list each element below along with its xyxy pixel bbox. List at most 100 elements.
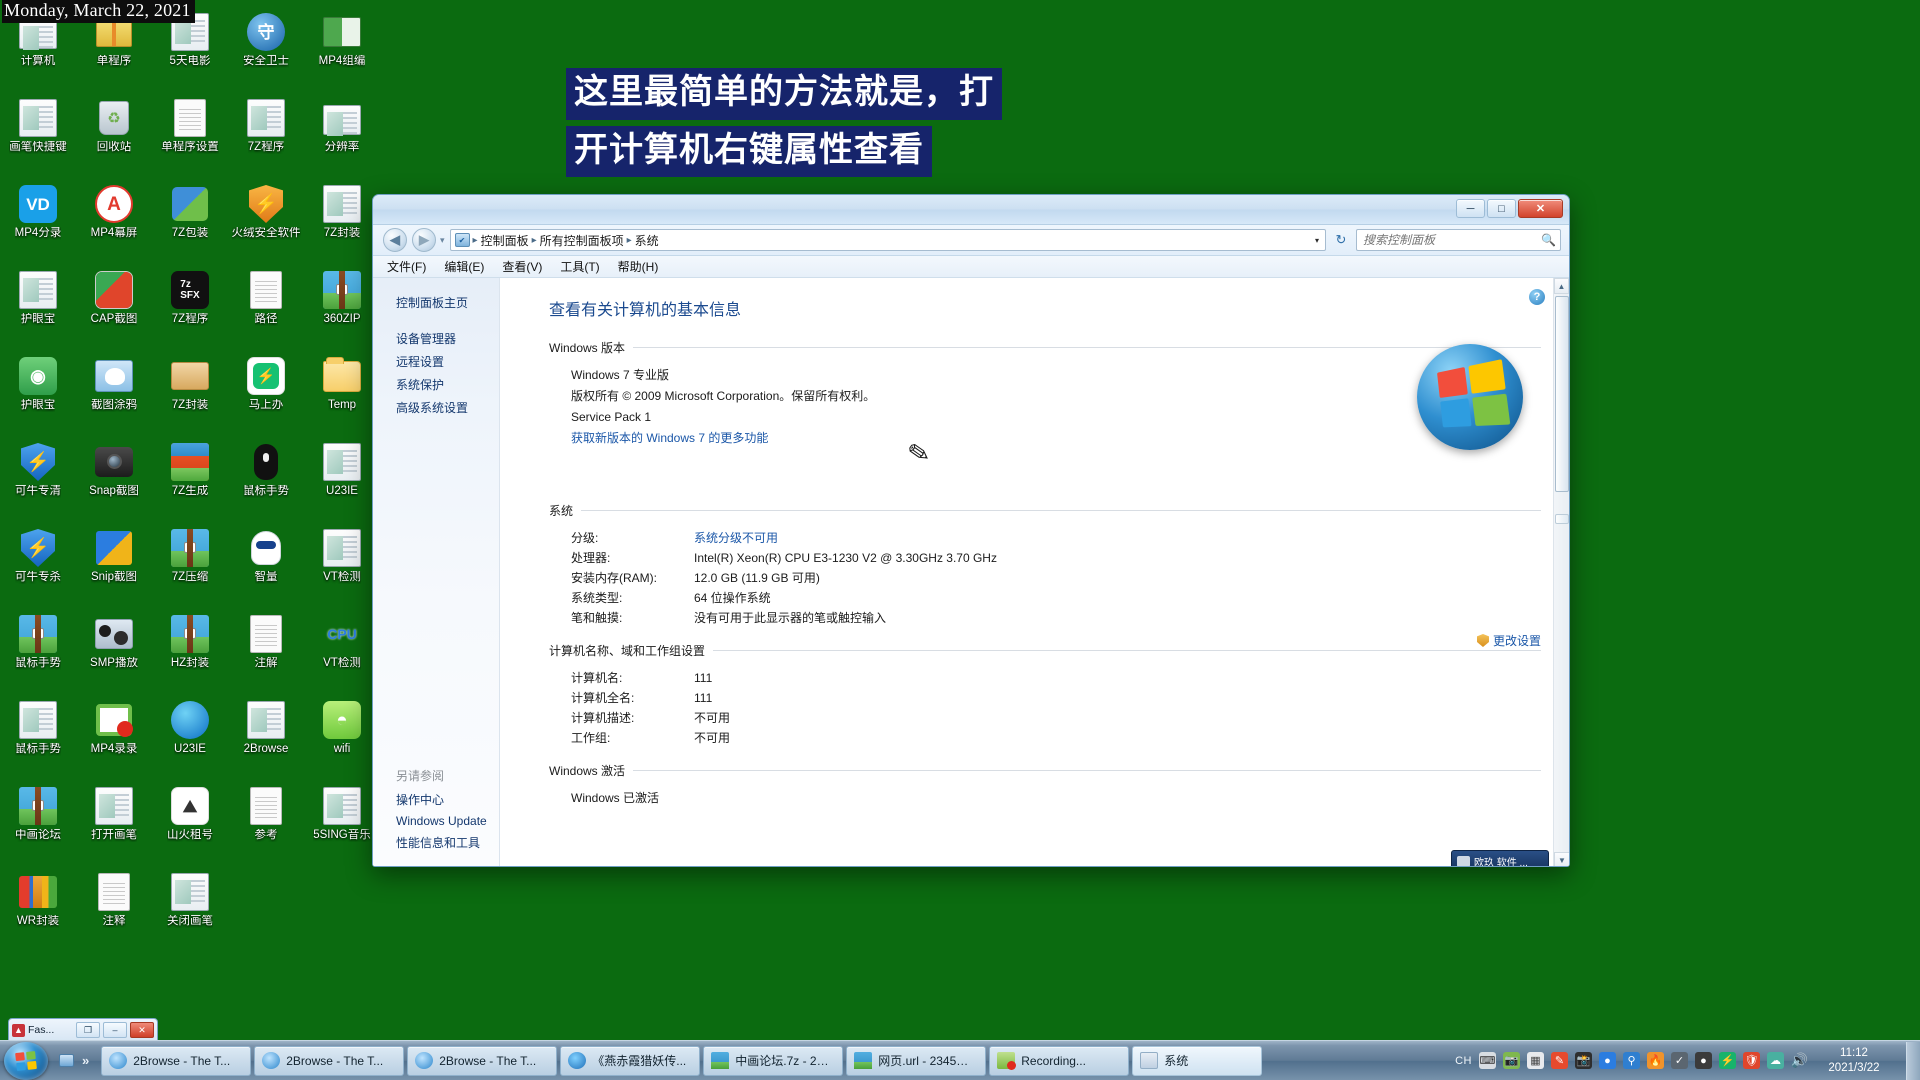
show-desktop-button[interactable] bbox=[1906, 1041, 1920, 1080]
desktop-icon-36[interactable]: 鼠标手势 bbox=[0, 610, 76, 696]
desktop-icon-16[interactable]: 护眼宝 bbox=[0, 266, 76, 352]
taskbar[interactable]: » 2Browse - The T... 2Browse - The T... 2B… bbox=[0, 1040, 1920, 1080]
sidebar-item-advanced-system-settings[interactable]: 高级系统设置 bbox=[373, 396, 499, 419]
desktop-icon-38[interactable]: HZ封装 bbox=[152, 610, 228, 696]
system-info-content[interactable]: ? 查看有关计算机的基本信息 Windows 版本 Windows 7 专业版 … bbox=[500, 278, 1569, 866]
ime-indicator[interactable]: CH bbox=[1455, 1055, 1472, 1067]
desktop-icon-29[interactable]: 鼠标手势 bbox=[228, 438, 304, 524]
desktop-icon-17[interactable]: CAP截图 bbox=[76, 266, 152, 352]
desktop-icon-32[interactable]: Snip截图 bbox=[76, 524, 152, 610]
menu-file[interactable]: 文件(F) bbox=[387, 258, 426, 275]
desktop-icon-34[interactable]: 智量 bbox=[228, 524, 304, 610]
desktop-icon-11[interactable]: VD MP4分录 bbox=[0, 180, 76, 266]
cloud-sync-icon[interactable]: ☁ bbox=[1767, 1052, 1784, 1069]
desktop-icon-5[interactable]: MP4组编 bbox=[304, 8, 380, 94]
desktop-icon-39[interactable]: 注解 bbox=[228, 610, 304, 696]
desktop-icon-44[interactable]: 2Browse bbox=[228, 696, 304, 782]
sidebar-item-system-protection[interactable]: 系统保护 bbox=[373, 373, 499, 396]
camera-icon[interactable]: 📸 bbox=[1575, 1052, 1592, 1069]
sidebar-item-control-panel-home[interactable]: 控制面板主页 bbox=[373, 291, 499, 321]
desktop-icon-10[interactable]: 分辨率 bbox=[304, 94, 380, 180]
fas-restore-button[interactable]: ❐ bbox=[76, 1022, 100, 1038]
refresh-button[interactable]: ↻ bbox=[1331, 230, 1351, 250]
fas-minimize-button[interactable]: – bbox=[103, 1022, 127, 1038]
desktop-icon-6[interactable]: 画笔快捷键 bbox=[0, 94, 76, 180]
image-sync-icon[interactable]: 📷 bbox=[1503, 1052, 1520, 1069]
sidebar-item-windows-update[interactable]: Windows Update bbox=[373, 811, 499, 831]
quick-launch-chevron-icon[interactable]: » bbox=[82, 1053, 89, 1068]
desktop-icon-4[interactable]: 守安全卫士 bbox=[228, 8, 304, 94]
desktop-icon-37[interactable]: SMP播放 bbox=[76, 610, 152, 696]
desktop-icon-49[interactable]: 参考 bbox=[228, 782, 304, 868]
desktop-icon-19[interactable]: 路径 bbox=[228, 266, 304, 352]
desktop-icon-9[interactable]: 7Z程序 bbox=[228, 94, 304, 180]
fas-mini-window[interactable]: ▲ Fas... ❐ – ✕ bbox=[8, 1018, 158, 1042]
quick-launch-bar[interactable]: » bbox=[56, 1051, 89, 1071]
desktop-icon-21[interactable]: ◉ 护眼宝 bbox=[0, 352, 76, 438]
huorong-icon[interactable]: 🔥 bbox=[1647, 1052, 1664, 1069]
window-titlebar[interactable]: ─ □ ✕ bbox=[373, 195, 1569, 225]
taskbar-item-2[interactable]: 2Browse - The T... bbox=[254, 1045, 405, 1076]
get-more-features-link[interactable]: 获取新版本的 Windows 7 的更多功能 bbox=[571, 431, 768, 445]
forward-button[interactable]: ▶ bbox=[412, 228, 436, 252]
desktop-icon-50[interactable]: 5SING音乐 bbox=[304, 782, 380, 868]
desktop-icon-40[interactable]: CPU VT检测 bbox=[304, 610, 380, 696]
menu-tools[interactable]: 工具(T) bbox=[560, 258, 599, 275]
desktop-icon-42[interactable]: MP4录录 bbox=[76, 696, 152, 782]
sidebar-item-remote-settings[interactable]: 远程设置 bbox=[373, 350, 499, 373]
menu-view[interactable]: 查看(V) bbox=[502, 258, 542, 275]
sidebar-item-performance-info[interactable]: 性能信息和工具 bbox=[373, 831, 499, 854]
system-control-panel-window[interactable]: ─ □ ✕ ◀ ▶ ▾ ▸ 控制面板 ▸ 所有控制面板项 ▸ 系统 ▾ ↻ bbox=[372, 194, 1570, 867]
taskbar-item-7[interactable]: Recording... bbox=[989, 1045, 1130, 1076]
desktop-icon-41[interactable]: 鼠标手势 bbox=[0, 696, 76, 782]
desktop-icon-14[interactable]: 火绒安全软件 bbox=[228, 180, 304, 266]
desktop-icon-15[interactable]: 7Z封装 bbox=[304, 180, 380, 266]
back-button[interactable]: ◀ bbox=[383, 228, 407, 252]
mouse-icon[interactable]: ● bbox=[1695, 1052, 1712, 1069]
desktop[interactable]: Monday, March 22, 2021 计算机 单程序 5天电影 守安全卫士 MP… bbox=[0, 0, 1920, 1080]
notification-toast[interactable]: 欧玖 软件 ... bbox=[1451, 850, 1549, 866]
taskbar-item-6[interactable]: 网页.url - 2345文... bbox=[846, 1045, 987, 1076]
search-box[interactable]: 🔍 bbox=[1356, 229, 1561, 251]
taskbar-item-4[interactable]: 《燕赤霞猎妖传... bbox=[560, 1045, 701, 1076]
desktop-icon-51[interactable]: WR封装 bbox=[0, 868, 76, 954]
desktop-icon-48[interactable]: ⛰ 山火租号 bbox=[152, 782, 228, 868]
volume-icon[interactable]: 🔊 bbox=[1791, 1052, 1808, 1069]
breadcrumb-item-0[interactable]: 控制面板 bbox=[481, 232, 529, 249]
content-scrollbar[interactable]: ▲ ▼ bbox=[1553, 278, 1569, 866]
value-rating[interactable]: 系统分级不可用 bbox=[694, 528, 778, 548]
google-apps-icon[interactable]: ▦ bbox=[1527, 1052, 1544, 1069]
desktop-icon-47[interactable]: 打开画笔 bbox=[76, 782, 152, 868]
menu-edit[interactable]: 编辑(E) bbox=[444, 258, 484, 275]
scroll-up-button[interactable]: ▲ bbox=[1554, 278, 1569, 294]
desktop-icon-46[interactable]: 中画论坛 bbox=[0, 782, 76, 868]
desktop-icon-22[interactable]: 截图涂鸦 bbox=[76, 352, 152, 438]
desktop-icon-43[interactable]: U23IE bbox=[152, 696, 228, 782]
desktop-icon-13[interactable]: 7Z包装 bbox=[152, 180, 228, 266]
show-desktop-icon[interactable] bbox=[56, 1051, 76, 1071]
minimize-button[interactable]: ─ bbox=[1456, 199, 1485, 218]
chevron-down-icon[interactable]: ▾ bbox=[1315, 236, 1321, 245]
maximize-button[interactable]: □ bbox=[1487, 199, 1516, 218]
taskbar-item-1[interactable]: 2Browse - The T... bbox=[101, 1045, 252, 1076]
start-button[interactable] bbox=[4, 1041, 48, 1080]
desktop-icon-18[interactable]: 7z SFX 7Z程序 bbox=[152, 266, 228, 352]
usb-icon[interactable]: ⚲ bbox=[1623, 1052, 1640, 1069]
mashangban-icon[interactable]: ⚡ bbox=[1719, 1052, 1736, 1069]
close-button[interactable]: ✕ bbox=[1518, 199, 1563, 218]
usb-safe-icon[interactable]: ✓ bbox=[1671, 1052, 1688, 1069]
search-input[interactable] bbox=[1363, 233, 1542, 247]
desktop-icon-8[interactable]: 单程序设置 bbox=[152, 94, 228, 180]
desktop-icon-28[interactable]: 7Z生成 bbox=[152, 438, 228, 524]
desktop-icon-23[interactable]: 7Z封装 bbox=[152, 352, 228, 438]
change-settings-button[interactable]: 更改设置 bbox=[1476, 632, 1541, 649]
desktop-icon-52[interactable]: 注释 bbox=[76, 868, 152, 954]
breadcrumb-item-1[interactable]: 所有控制面板项 bbox=[540, 232, 624, 249]
desktop-icon-27[interactable]: Snap截图 bbox=[76, 438, 152, 524]
breadcrumb-item-2[interactable]: 系统 bbox=[635, 232, 659, 249]
taskbar-item-8[interactable]: 系统 bbox=[1132, 1045, 1263, 1076]
recent-pages-dropdown-icon[interactable]: ▾ bbox=[440, 235, 445, 246]
desktop-icon-35[interactable]: VT检测 bbox=[304, 524, 380, 610]
desktop-icon-20[interactable]: 360ZIP bbox=[304, 266, 380, 352]
sidebar-item-device-manager[interactable]: 设备管理器 bbox=[373, 327, 499, 350]
